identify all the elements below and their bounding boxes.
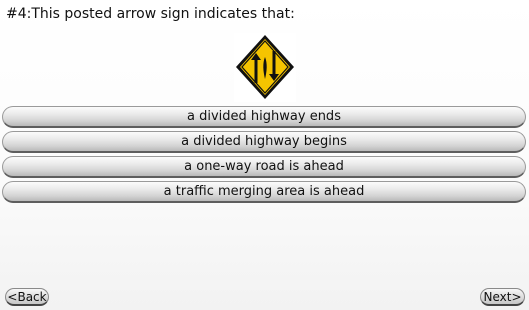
answer-option-1[interactable]: a divided highway ends [2, 106, 526, 128]
back-button[interactable]: <Back [5, 288, 49, 306]
answer-option-4[interactable]: a traffic merging area is ahead [2, 181, 526, 203]
next-button[interactable]: Next> [480, 288, 525, 306]
answer-option-2[interactable]: a divided highway begins [2, 131, 526, 153]
road-sign-image [234, 33, 296, 102]
answer-option-3[interactable]: a one-way road is ahead [2, 156, 526, 178]
divided-highway-ends-sign-icon [236, 35, 294, 99]
question-text: #4:This posted arrow sign indicates that… [6, 6, 295, 22]
